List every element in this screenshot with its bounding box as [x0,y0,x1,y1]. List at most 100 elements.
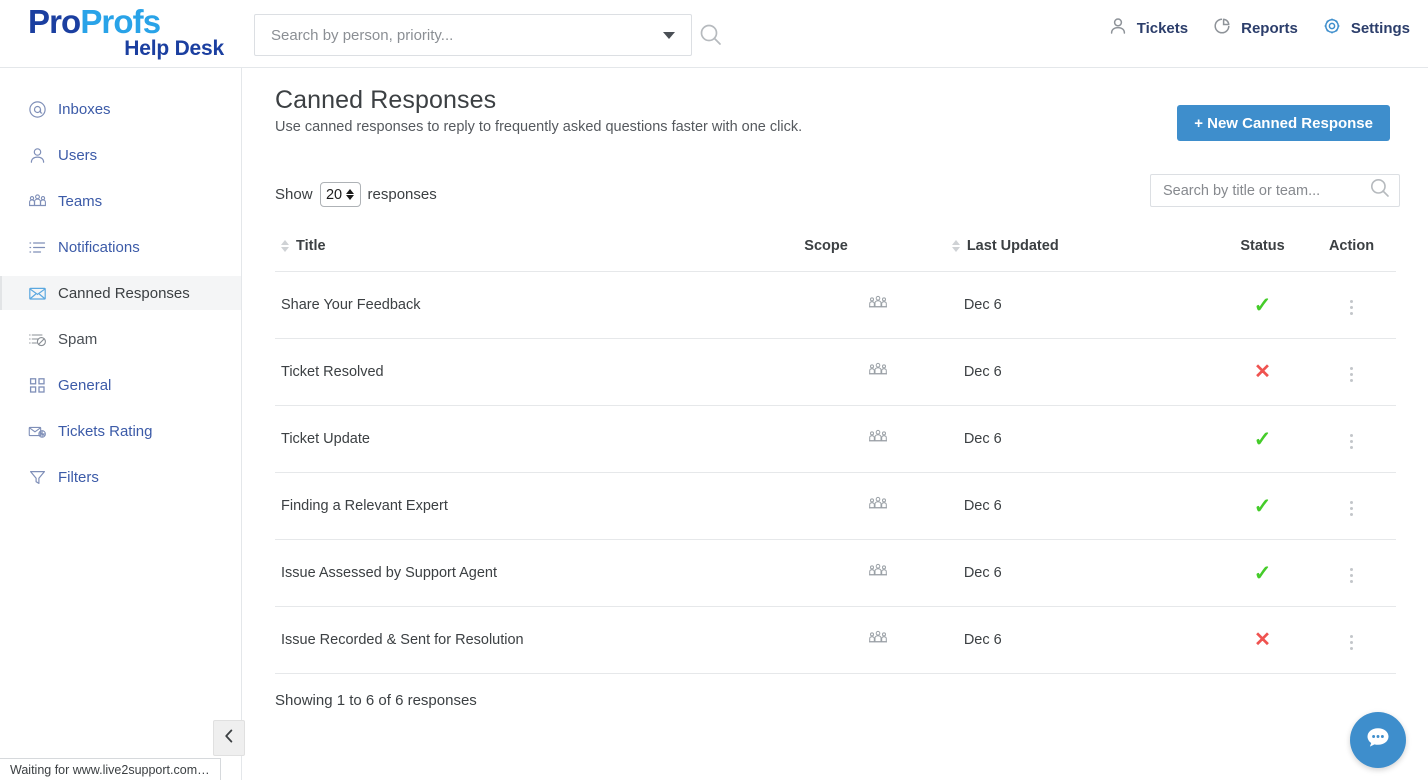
cell-last-updated: Dec 6 [952,540,1218,607]
proprofs-logo[interactable]: ProProfs Help Desk [28,6,228,62]
column-header-status: Status [1218,238,1307,272]
new-canned-response-button[interactable]: + New Canned Response [1177,105,1390,141]
top-bar: ProProfs Help Desk Tickets Reports [0,0,1428,68]
sidebar-collapse-button[interactable] [213,720,245,756]
status-enabled-icon[interactable]: ✓ [1254,428,1272,451]
cell-scope [804,473,952,540]
last-updated-value: Dec 6 [964,364,1002,380]
sidebar-item-notifications[interactable]: Notifications [0,230,241,264]
sidebar-label-teams: Teams [58,193,102,210]
cell-status: ✕ [1218,607,1307,674]
chat-bubble-icon [1361,721,1395,760]
table-row[interactable]: Issue Assessed by Support Agent Dec 6 ✓ [275,540,1396,607]
row-actions-menu-icon[interactable] [1346,564,1357,587]
search-icon[interactable] [1369,177,1391,204]
sidebar-item-teams[interactable]: Teams [0,184,241,218]
sidebar-label-spam: Spam [58,331,97,348]
last-updated-value: Dec 6 [964,297,1002,313]
cell-status: ✓ [1218,406,1307,473]
teams-icon [868,567,888,583]
status-enabled-icon[interactable]: ✓ [1254,495,1272,518]
page-title: Canned Responses [275,86,496,115]
cell-title[interactable]: Issue Recorded & Sent for Resolution [275,607,804,674]
sort-icon[interactable] [952,240,960,252]
cell-title[interactable]: Issue Assessed by Support Agent [275,540,804,607]
column-label-action: Action [1329,238,1374,254]
cell-title[interactable]: Share Your Feedback [275,272,804,339]
sidebar-label-canned-responses: Canned Responses [58,285,190,302]
cell-last-updated: Dec 6 [952,339,1218,406]
cell-action [1307,473,1396,540]
table-row[interactable]: Issue Recorded & Sent for Resolution Dec … [275,607,1396,674]
column-label-status: Status [1240,238,1284,254]
cell-scope [804,406,952,473]
show-count-select[interactable]: 20 [320,182,361,207]
cell-title[interactable]: Ticket Resolved [275,339,804,406]
topnav-item-tickets[interactable]: Tickets [1108,16,1188,40]
status-disabled-icon[interactable]: ✕ [1254,629,1271,651]
spam-icon [28,330,47,349]
status-enabled-icon[interactable]: ✓ [1254,562,1272,585]
cell-title[interactable]: Finding a Relevant Expert [275,473,804,540]
sort-icon[interactable] [281,240,289,252]
sidebar-item-filters[interactable]: Filters [0,460,241,494]
mail-rating-icon [28,422,47,441]
topnav-label-tickets: Tickets [1137,20,1188,37]
last-updated-value: Dec 6 [964,632,1002,648]
search-icon[interactable] [698,22,724,48]
table-search-input[interactable] [1161,182,1369,200]
cell-status: ✕ [1218,339,1307,406]
sidebar-item-spam[interactable]: Spam [0,322,241,356]
teams-icon [868,366,888,382]
status-enabled-icon[interactable]: ✓ [1254,294,1272,317]
last-updated-value: Dec 6 [964,565,1002,581]
table-search-box[interactable] [1150,174,1400,207]
topnav-item-settings[interactable]: Settings [1322,16,1410,40]
cell-action [1307,272,1396,339]
sidebar-item-general[interactable]: General [0,368,241,402]
user-icon [1108,16,1128,40]
cell-last-updated: Dec 6 [952,406,1218,473]
row-actions-menu-icon[interactable] [1346,363,1357,386]
column-label-scope: Scope [804,238,848,254]
sidebar-item-inboxes[interactable]: Inboxes [0,92,241,126]
column-header-last-updated[interactable]: Last Updated [952,238,1218,272]
show-count-value: 20 [326,187,342,203]
chevron-left-icon [222,728,236,749]
cell-action [1307,540,1396,607]
page-subtitle: Use canned responses to reply to frequen… [275,119,802,135]
browser-status-bar: Waiting for www.live2support.com… [0,758,221,780]
sidebar-item-users[interactable]: Users [0,138,241,172]
table-row[interactable]: Share Your Feedback Dec 6 ✓ [275,272,1396,339]
topnav-label-reports: Reports [1241,20,1298,37]
logo-pro-text: Pro [28,3,80,40]
sidebar-item-tickets-rating[interactable]: Tickets Rating [0,414,241,448]
teams-icon [868,299,888,315]
column-header-title[interactable]: Title [275,238,804,272]
response-title: Issue Recorded & Sent for Resolution [281,632,524,648]
table-row[interactable]: Ticket Update Dec 6 ✓ [275,406,1396,473]
status-disabled-icon[interactable]: ✕ [1254,361,1271,383]
cell-status: ✓ [1218,540,1307,607]
row-actions-menu-icon[interactable] [1346,631,1357,654]
cell-action [1307,607,1396,674]
sidebar-item-canned-responses[interactable]: Canned Responses [0,276,241,310]
table-row[interactable]: Ticket Resolved Dec 6 ✕ [275,339,1396,406]
cell-action [1307,406,1396,473]
global-search-box[interactable] [254,14,692,56]
cell-last-updated: Dec 6 [952,272,1218,339]
table-head: Title Scope Last Updated Status Action [275,238,1396,272]
last-updated-value: Dec 6 [964,498,1002,514]
row-actions-menu-icon[interactable] [1346,497,1357,520]
chat-widget-button[interactable] [1350,712,1406,768]
global-search-input[interactable] [269,26,663,45]
cell-title[interactable]: Ticket Update [275,406,804,473]
chevron-down-icon[interactable] [663,32,675,39]
table-row[interactable]: Finding a Relevant Expert Dec 6 ✓ [275,473,1396,540]
response-title: Ticket Update [281,431,370,447]
row-actions-menu-icon[interactable] [1346,296,1357,319]
cell-last-updated: Dec 6 [952,607,1218,674]
topnav-item-reports[interactable]: Reports [1212,16,1298,40]
list-icon [28,238,47,257]
row-actions-menu-icon[interactable] [1346,430,1357,453]
